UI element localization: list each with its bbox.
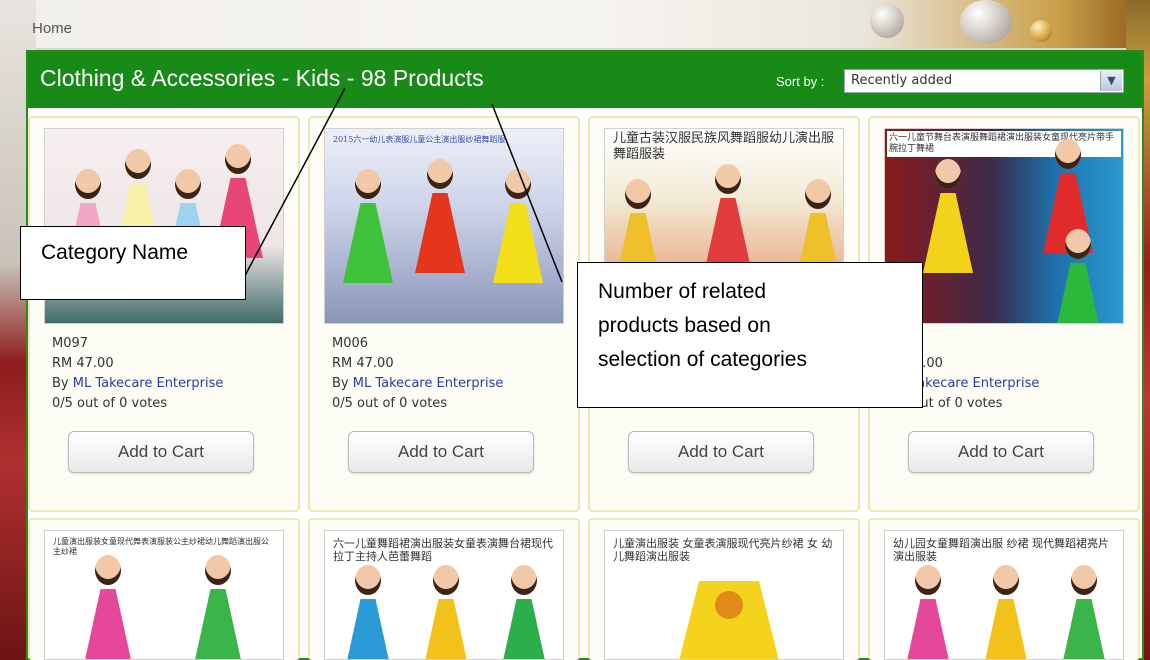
category-name-callout: Category Name (20, 226, 246, 300)
annotation-leader-lines (231, 87, 563, 301)
callout-line: Number of related (598, 280, 767, 303)
leader-line-category (231, 87, 346, 301)
callout-line: selection of categories (598, 348, 807, 371)
product-count-callout: Number of related products based on sele… (577, 262, 923, 408)
leader-line-count (491, 103, 563, 283)
callout-line: products based on (598, 314, 771, 337)
